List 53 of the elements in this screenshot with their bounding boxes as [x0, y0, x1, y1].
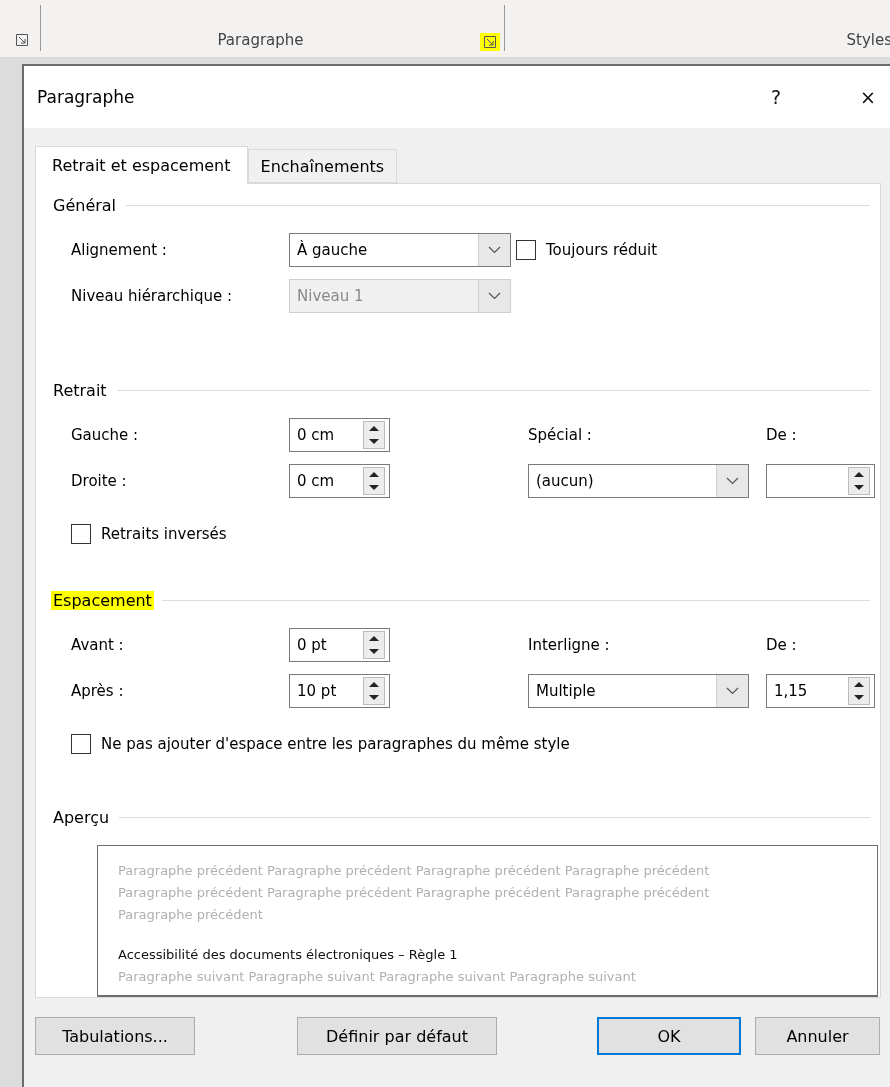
spin-field[interactable] — [766, 464, 875, 499]
tab[interactable]: Retrait et espacement — [35, 146, 248, 184]
field-label: Après : — [71, 682, 125, 701]
spin-arrows-icon[interactable] — [848, 677, 870, 706]
section-title: Aperçu — [52, 808, 111, 828]
field-label: Interligne : — [528, 636, 611, 655]
dialog-button[interactable]: OK — [597, 1017, 741, 1055]
spin-field[interactable]: 0 cm — [289, 464, 390, 499]
spin-field[interactable]: 0 cm — [289, 418, 390, 453]
dropdown[interactable]: Multiple — [528, 674, 749, 709]
checkbox[interactable] — [516, 240, 536, 260]
field-label: Droite : — [71, 472, 128, 491]
field-label: Alignement : — [71, 241, 168, 259]
spin-arrows-icon[interactable] — [363, 631, 385, 660]
launcher-icon[interactable] — [480, 33, 500, 51]
spin-arrows-icon[interactable] — [363, 467, 385, 496]
field-label: Gauche : — [71, 426, 140, 445]
ribbon-group-label: Paragraphe — [217, 31, 304, 51]
spin-arrows-icon[interactable] — [363, 421, 385, 450]
dialog-button[interactable]: Annuler — [755, 1017, 880, 1055]
close-button[interactable]: × — [846, 77, 890, 117]
section-title: Retrait — [52, 381, 108, 401]
checkbox-label: Ne pas ajouter d'espace entre les paragraphes du même style — [101, 735, 570, 754]
checkbox-label: Retraits inversés — [101, 525, 227, 544]
preview-next-text: Paragraphe suivant Paragraphe suivant Paragraphe suivant Paragraphe suivant — [118, 968, 637, 987]
spin-arrows-icon[interactable] — [363, 677, 385, 706]
preview-current-text: Accessibilité des documents électroniques – Règle 1 — [118, 946, 459, 965]
dropdown[interactable]: (aucun) — [528, 464, 749, 499]
help-button[interactable]: ? — [746, 77, 806, 117]
spin-field[interactable]: 1,15 — [766, 674, 875, 709]
dialog-button[interactable]: Tabulations... — [35, 1017, 195, 1055]
window-title: Paragraphe — [37, 87, 136, 107]
dialog-button[interactable]: Définir par défaut — [297, 1017, 497, 1055]
field-label: De : — [766, 636, 798, 655]
chevron-down-icon — [726, 687, 739, 696]
checkbox[interactable] — [71, 734, 91, 755]
dropdown[interactable]: À gauche — [289, 233, 511, 267]
tab[interactable]: Enchaînements — [247, 149, 398, 183]
field-label: Avant : — [71, 636, 125, 655]
spin-arrows-icon[interactable] — [848, 467, 870, 496]
checkbox-label: Toujours réduit — [546, 241, 658, 259]
spin-field[interactable]: 10 pt — [289, 674, 390, 709]
spin-field[interactable]: 0 pt — [289, 628, 390, 663]
preview-previous-text: Paragraphe précédent Paragraphe précédent Paragraphe précédent Paragraphe précédent Paragraphe précédent Paragraphe précédent Paragraphe précédent Paragraphe précédent Paragraphe précédent — [118, 862, 711, 925]
field-label: Spécial : — [528, 426, 593, 445]
checkbox[interactable] — [71, 524, 91, 545]
chevron-down-icon — [488, 292, 501, 300]
field-label: De : — [766, 426, 798, 445]
chevron-down-icon — [726, 477, 739, 486]
section-title: Espacement — [51, 591, 154, 611]
field-label: Niveau hiérarchique : — [71, 287, 234, 305]
chevron-down-icon — [488, 246, 501, 254]
section-title: Général — [52, 196, 118, 215]
